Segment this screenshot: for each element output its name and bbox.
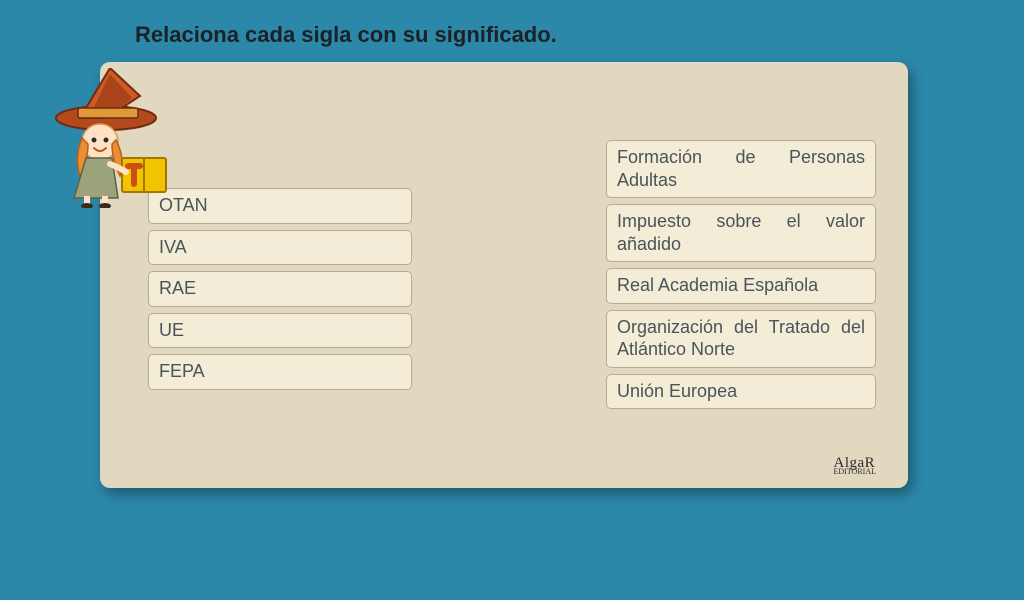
acronym-item[interactable]: RAE	[148, 271, 412, 307]
meaning-item[interactable]: Unión Europea	[606, 374, 876, 410]
acronym-item[interactable]: OTAN	[148, 188, 412, 224]
publisher-logo: AlgaR EDITORIAL	[833, 455, 876, 476]
meaning-item[interactable]: Real Academia Española	[606, 268, 876, 304]
meaning-item[interactable]: Formación de Personas Adultas	[606, 140, 876, 198]
acronyms-column: OTAN IVA RAE UE FEPA	[148, 188, 412, 390]
acronym-item[interactable]: FEPA	[148, 354, 412, 390]
meaning-item[interactable]: Impuesto sobre el valor añadido	[606, 204, 876, 262]
meaning-item[interactable]: Organización del Tratado del Atlántico N…	[606, 310, 876, 368]
activity-card: OTAN IVA RAE UE FEPA Formación de Person…	[100, 62, 908, 488]
acronym-item[interactable]: UE	[148, 313, 412, 349]
acronym-item[interactable]: IVA	[148, 230, 412, 266]
instruction-title: Relaciona cada sigla con su significado.	[135, 22, 557, 48]
meanings-column: Formación de Personas Adultas Impuesto s…	[606, 140, 876, 409]
